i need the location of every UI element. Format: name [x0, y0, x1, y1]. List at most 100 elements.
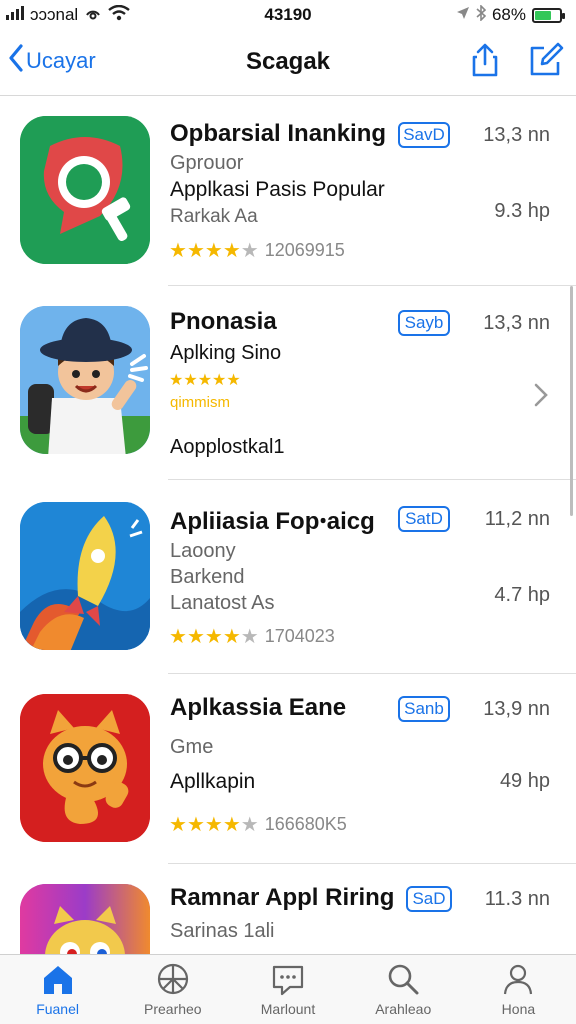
wifi-icon: [108, 4, 130, 26]
app-size-secondary: 49 hp: [499, 770, 550, 792]
tab-search[interactable]: Arahleao: [346, 955, 461, 1024]
app-subtitle: Applkasi Pasis Popular: [170, 178, 385, 201]
app-icon-boy: [20, 306, 150, 454]
star-icons: ★★★★★: [169, 238, 259, 263]
star-filled-icon: ★: [169, 240, 187, 262]
app-size-secondary: 4.7 hp: [494, 584, 550, 606]
app-detail: Aopplostkal1: [170, 436, 285, 458]
battery-icon: [532, 7, 565, 23]
carrier-name: ɔɔɔnal: [30, 5, 79, 24]
rating-text: qimmism: [170, 394, 230, 411]
home-icon: [43, 966, 72, 994]
star-empty-icon: ★: [240, 626, 259, 648]
tab-browse[interactable]: Prearheo: [115, 955, 230, 1024]
bluetooth-icon: [476, 3, 487, 26]
app-detail: Lanatost As: [170, 592, 275, 614]
star-icons: ★★★★★: [169, 812, 259, 837]
app-name: Aplkassia Eane: [170, 694, 347, 721]
battery-percent: 68%: [491, 5, 526, 24]
globe-icon: [157, 963, 188, 995]
tab-messages[interactable]: Marlount: [230, 955, 345, 1024]
save-badge-button[interactable]: SatD: [398, 506, 450, 532]
tab-label: Marlount: [260, 1001, 316, 1017]
app-list: Opbarsial Inanking SavD 13,3 nn Gprouor …: [0, 96, 576, 954]
share-button[interactable]: [467, 42, 503, 78]
tab-home[interactable]: Fuanel: [0, 955, 115, 1024]
list-item[interactable]: Pnonasia Sayb 13,3 nn Aplking Sino ★★★★★…: [0, 286, 576, 480]
app-icon-rocket: [20, 502, 150, 650]
battery-fill: [535, 10, 551, 20]
tab-label: Hona: [501, 1001, 536, 1017]
chevron-right-icon[interactable]: [534, 382, 548, 414]
search-icon: [388, 964, 419, 995]
star-filled-icon: ★: [197, 372, 213, 389]
scrollbar[interactable]: [570, 286, 573, 516]
star-filled-icon: ★: [204, 814, 223, 836]
star-icons: ★★★★★: [169, 370, 241, 390]
app-size: 13,3 nn: [483, 124, 550, 146]
list-item[interactable]: Apliiasia Fopꞏaicg SatD 11,2 nn Laoony B…: [0, 480, 576, 674]
star-filled-icon: ★: [183, 372, 198, 389]
navigation-bar: Ucayar Scagak: [0, 30, 576, 96]
app-category: Laoony: [170, 540, 236, 562]
star-rating: ★★★★★ 166680K5: [169, 812, 347, 837]
compose-icon: [530, 42, 564, 76]
message-icon: [272, 965, 304, 996]
status-bar: ɔɔɔnal 43190 68%: [0, 0, 576, 30]
star-rating: ★★★★★ 12069915: [169, 238, 345, 263]
star-empty-icon: ★: [240, 240, 259, 262]
star-rating: ★★★★★ 1704023: [169, 624, 335, 649]
star-empty-icon: ★: [240, 814, 259, 836]
star-filled-icon: ★: [169, 372, 184, 389]
location-icon: [456, 5, 470, 25]
signal-icon: [6, 5, 24, 25]
hotspot-icon: [84, 5, 102, 26]
save-badge-button[interactable]: SavD: [398, 122, 450, 148]
save-badge-button[interactable]: Sayb: [398, 310, 450, 336]
status-left: ɔɔɔnal: [6, 4, 130, 26]
app-size: 11.3 nn: [484, 888, 550, 910]
app-category: Gme: [170, 736, 214, 758]
app-name: Opbarsial Inanking: [170, 120, 387, 147]
star-icons: ★★★★★: [169, 624, 259, 649]
star-filled-icon: ★: [212, 372, 227, 389]
star-filled-icon: ★: [204, 626, 223, 648]
star-filled-icon: ★: [204, 240, 223, 262]
app-category: Gprouor: [170, 152, 244, 174]
star-filled-icon: ★: [169, 814, 187, 836]
tab-bar: Fuanel Prearheo Marlount Arahleao Hona: [0, 954, 576, 1024]
app-size: 13,9 nn: [483, 698, 550, 720]
star-filled-icon: ★: [222, 814, 241, 836]
tab-profile[interactable]: Hona: [461, 955, 576, 1024]
list-item[interactable]: Ramnar Appl Riring SaD 11.3 nn Sarinas 1…: [0, 864, 576, 954]
app-name: Pnonasia: [170, 308, 277, 335]
app-icon-cat: [20, 694, 150, 842]
save-badge-button[interactable]: SaD: [406, 886, 452, 912]
app-subtitle: Barkend: [170, 566, 245, 588]
share-icon: [472, 43, 498, 77]
tab-label: Prearheo: [144, 1001, 202, 1017]
person-icon: [504, 964, 533, 995]
app-size-secondary: 9.3 hp: [494, 200, 550, 222]
app-size: 13,3 nn: [483, 312, 550, 334]
app-icon-mascot: [20, 884, 150, 954]
tab-label: Arahleao: [375, 1001, 432, 1017]
star-rating: ★★★★★: [169, 370, 241, 390]
app-name: Ramnar Appl Riring: [170, 884, 395, 911]
app-name: Apliiasia Fopꞏaicg: [170, 508, 375, 535]
tab-label: Fuanel: [36, 1001, 79, 1017]
list-item[interactable]: Aplkassia Eane Sanb 13,9 nn Gme Apllkapi…: [0, 674, 576, 864]
star-filled-icon: ★: [169, 626, 187, 648]
app-icon-map: [20, 116, 150, 264]
star-filled-icon: ★: [222, 240, 241, 262]
star-filled-icon: ★: [226, 372, 241, 389]
app-size: 11,2 nn: [484, 508, 550, 530]
rating-count: 166680K5: [264, 814, 347, 834]
compose-button[interactable]: [528, 42, 564, 78]
list-item[interactable]: Opbarsial Inanking SavD 13,3 nn Gprouor …: [0, 96, 576, 286]
app-subtitle: Aplking Sino: [170, 342, 282, 364]
star-filled-icon: ★: [186, 240, 205, 262]
star-filled-icon: ★: [222, 626, 241, 648]
rating-count: 1704023: [264, 626, 335, 646]
save-badge-button[interactable]: Sanb: [398, 696, 450, 722]
